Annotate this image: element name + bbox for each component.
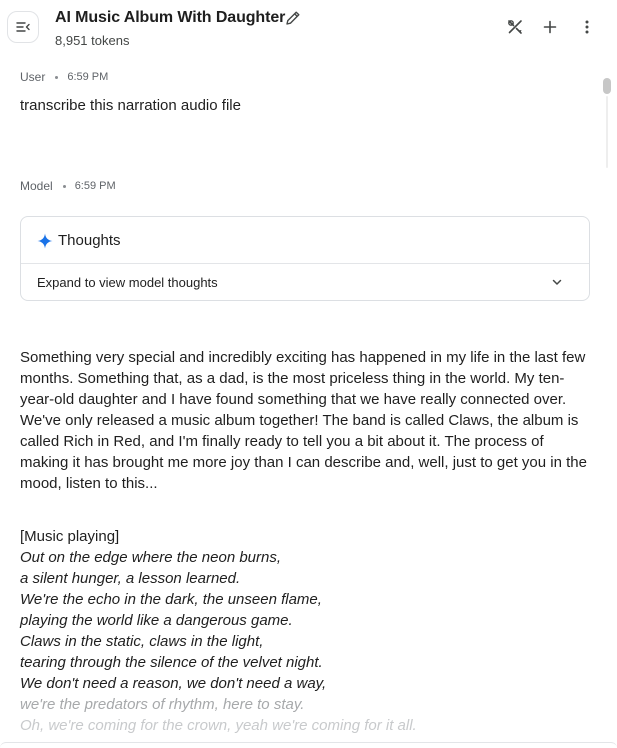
lyric-line: We don't need a reason, we don't need a … xyxy=(20,675,327,692)
model-timestamp: 6:59 PM xyxy=(74,180,116,192)
header: AI Music Album With Daughter 8,951 token… xyxy=(0,0,617,60)
model-turn-meta: Model 6:59 PM xyxy=(20,179,116,193)
thoughts-title: Thoughts xyxy=(58,232,121,249)
edit-title-button[interactable] xyxy=(284,9,302,27)
token-count: 8,951 tokens xyxy=(55,33,130,48)
composer-edge xyxy=(0,742,617,748)
scrollbar-thumb[interactable] xyxy=(603,78,611,94)
thoughts-header: Thoughts xyxy=(21,217,589,264)
expand-thoughts-toggle[interactable]: Expand to view model thoughts xyxy=(37,275,218,290)
user-role-label: User xyxy=(20,70,46,84)
narration-transcript: Something very special and incredibly ex… xyxy=(20,349,587,492)
sparkle-icon xyxy=(37,233,53,249)
lyric-line: we're the predators of rhythm, here to s… xyxy=(20,696,305,713)
lyric-line: tearing through the silence of the velve… xyxy=(20,654,323,671)
thoughts-panel: Thoughts Expand to view model thoughts xyxy=(20,216,590,301)
page-title: AI Music Album With Daughter xyxy=(55,9,286,26)
lyric-line: a silent hunger, a lesson learned. xyxy=(20,570,241,587)
chevron-down-icon[interactable] xyxy=(550,275,564,289)
lyric-line: playing the world like a dangerous game. xyxy=(20,612,293,629)
user-message: transcribe this narration audio file xyxy=(20,97,241,114)
plus-icon xyxy=(543,20,557,34)
model-role-label: Model xyxy=(20,179,53,193)
lyric-line: We're the echo in the dark, the unseen f… xyxy=(20,591,322,608)
lyrics-block: Out on the edge where the neon burns, a … xyxy=(20,547,592,736)
chat-page: AI Music Album With Daughter 8,951 token… xyxy=(0,0,617,748)
lyric-line: Claws in the static, claws in the light, xyxy=(20,633,264,650)
music-playing-tag: [Music playing] xyxy=(20,528,120,545)
tools-button[interactable] xyxy=(505,17,525,37)
lyric-line: Out on the edge where the neon burns, xyxy=(20,549,282,566)
tools-icon xyxy=(508,20,522,34)
user-timestamp: 6:59 PM xyxy=(67,71,109,83)
menu-collapse-icon xyxy=(16,22,30,32)
separator-dot xyxy=(55,75,59,79)
scrollbar-rail xyxy=(606,96,608,168)
more-options-button[interactable] xyxy=(577,17,597,37)
lyric-line: Oh, we're coming for the crown, yeah we'… xyxy=(20,717,417,734)
scrollbar[interactable] xyxy=(602,74,612,734)
edit-icon xyxy=(286,11,300,25)
new-chat-button[interactable] xyxy=(540,17,560,37)
separator-dot xyxy=(62,184,66,188)
menu-collapse-button[interactable] xyxy=(7,11,39,43)
more-vert-icon xyxy=(585,20,589,34)
user-turn-meta: User 6:59 PM xyxy=(20,70,108,84)
